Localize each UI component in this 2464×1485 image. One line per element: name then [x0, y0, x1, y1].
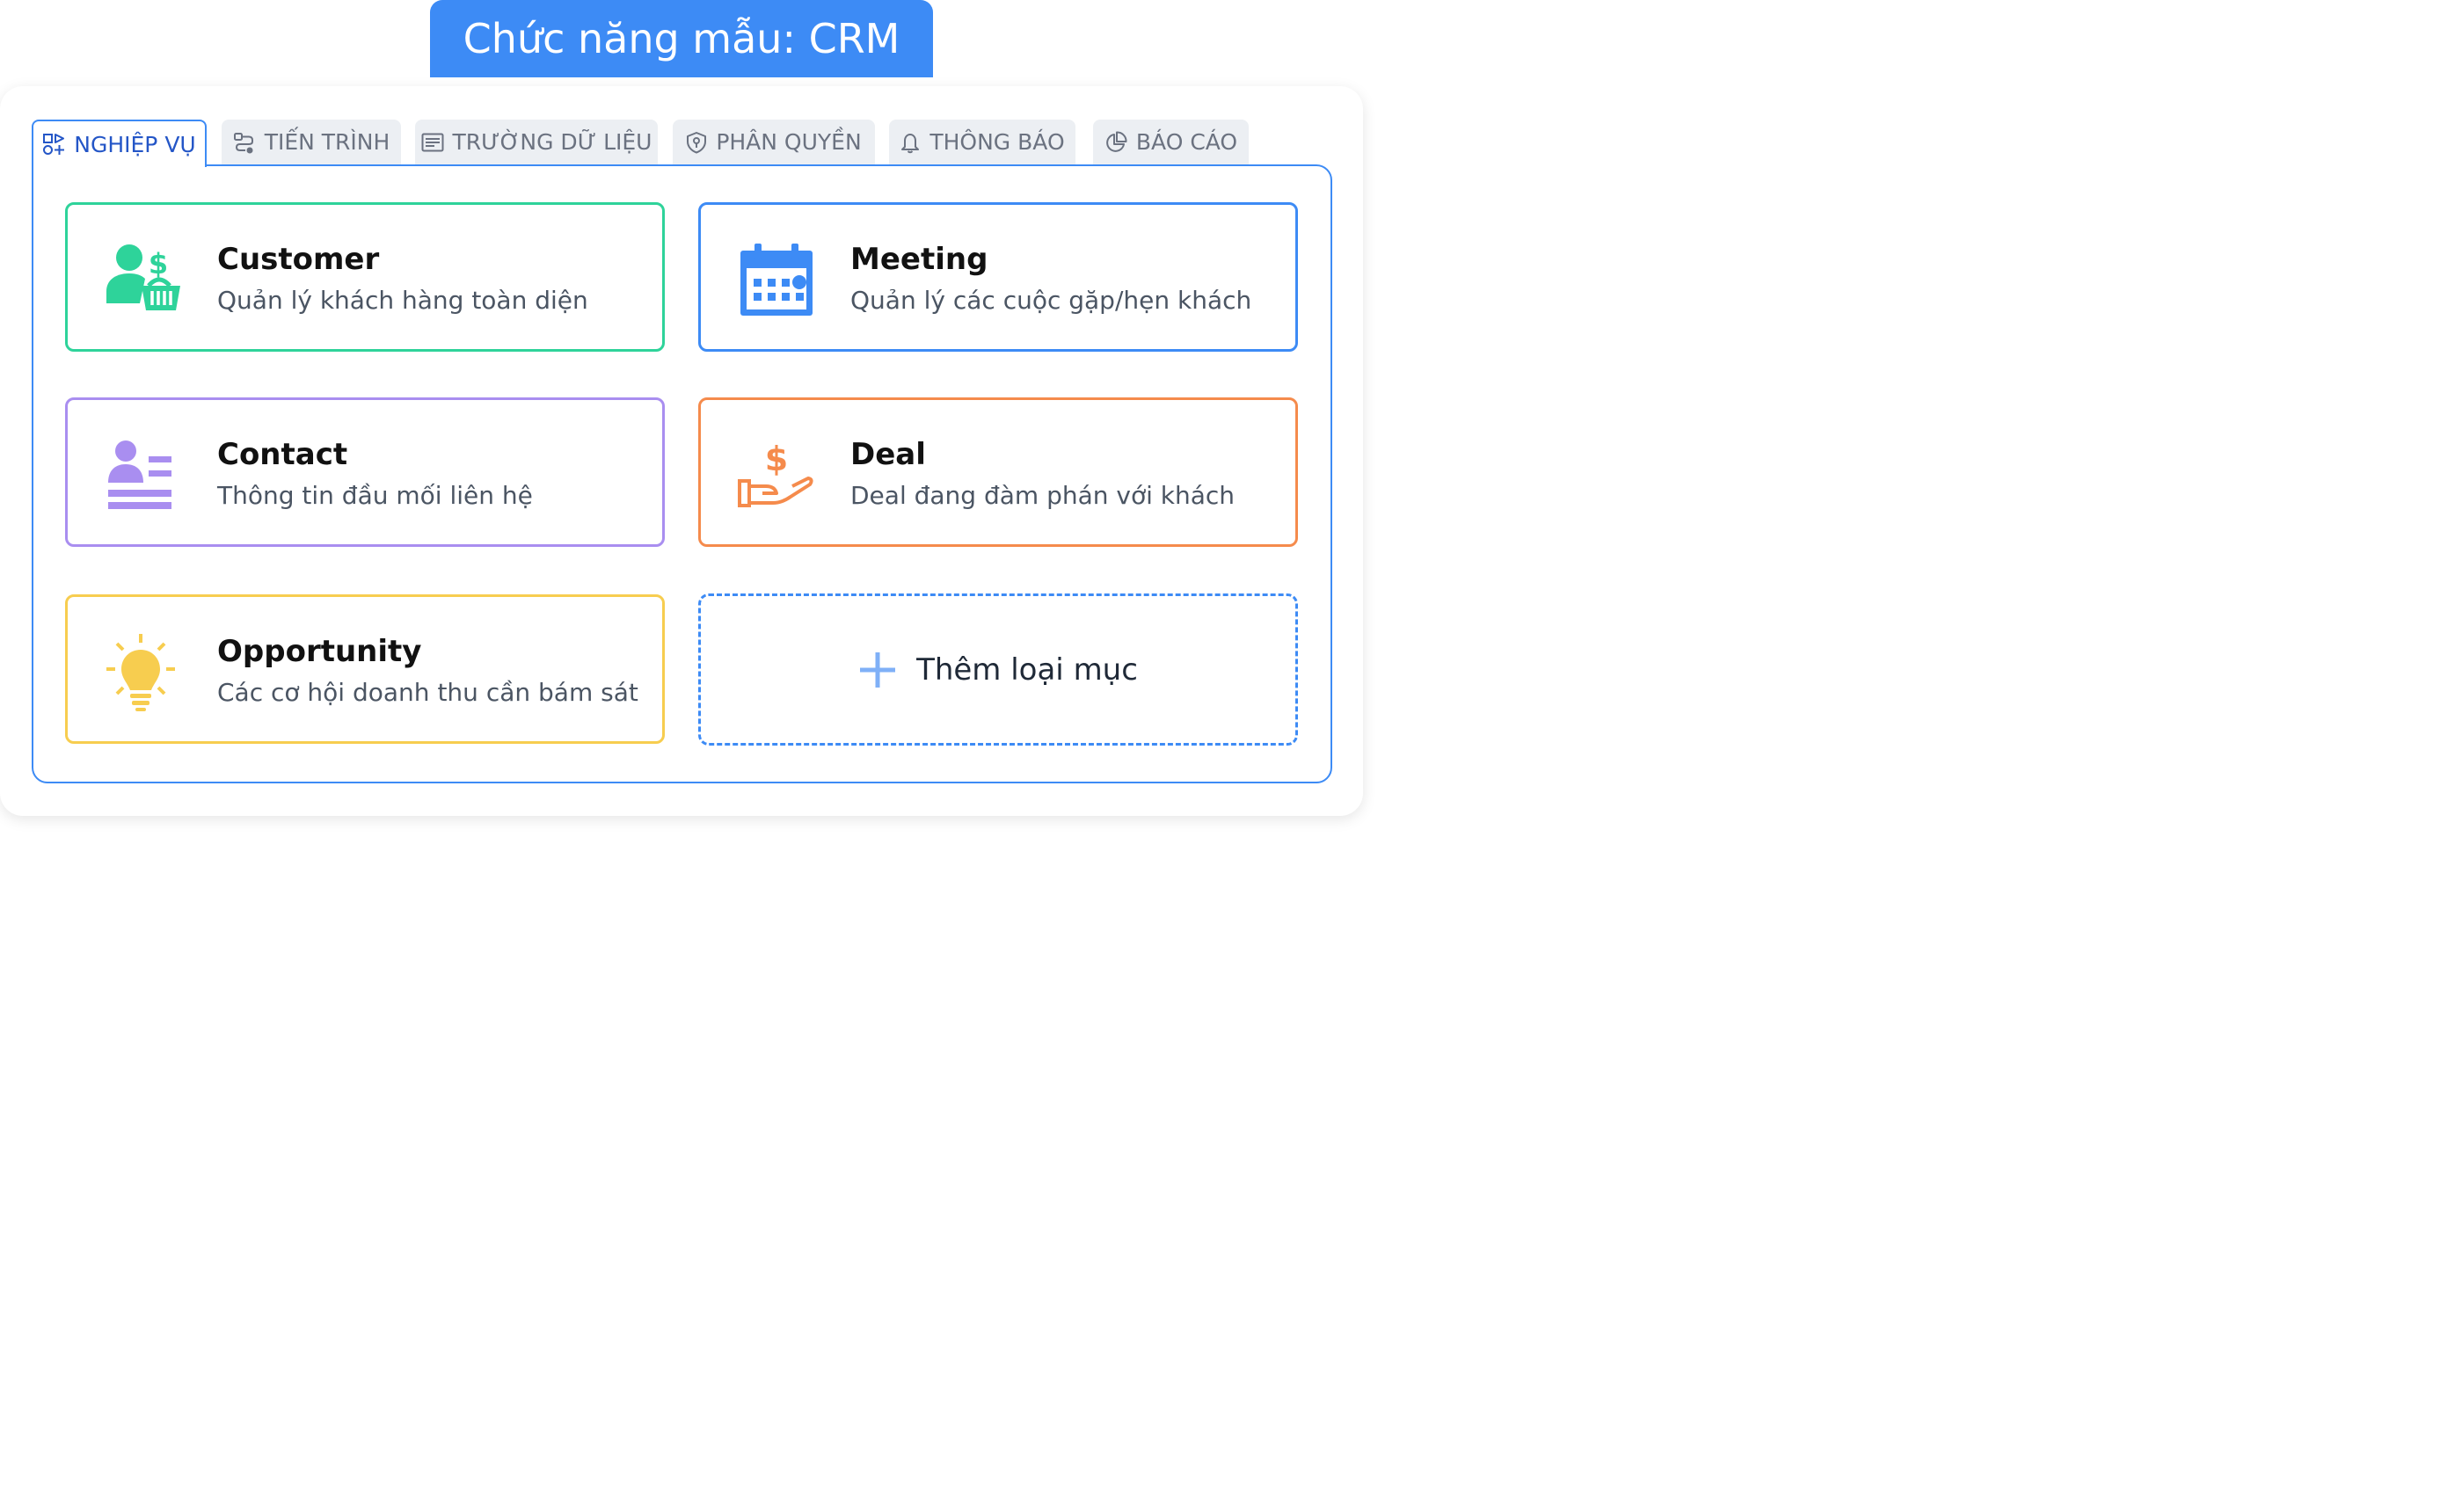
tab-tien-trinh[interactable]: TIẾN TRÌNH — [222, 120, 401, 164]
card-title: Deal — [850, 437, 926, 472]
page-title-banner: Chức năng mẫu: CRM — [430, 0, 933, 77]
card-title: Meeting — [850, 242, 988, 277]
calendar-icon — [740, 244, 813, 316]
card-contact[interactable]: Contact Thông tin đầu mối liên hệ — [65, 397, 665, 547]
card-deal[interactable]: $ Deal Deal đang đàm phán với khách — [698, 397, 1298, 547]
tab-label: BÁO CÁO — [1135, 129, 1238, 155]
card-meeting[interactable]: Meeting Quản lý các cuộc gặp/hẹn khách — [698, 202, 1298, 352]
card-description: Quản lý khách hàng toàn diện — [217, 286, 588, 315]
customer-basket-icon: $ — [106, 244, 180, 310]
bell-icon — [901, 133, 920, 153]
shield-key-icon — [687, 131, 707, 153]
card-opportunity[interactable]: Opportunity Các cơ hội doanh thu cần bám… — [65, 594, 665, 744]
tab-truong-du-lieu[interactable]: TRƯỜNG DỮ LIỆU — [415, 120, 658, 164]
svg-text:$: $ — [149, 247, 168, 280]
add-item-type-button[interactable]: Thêm loại mục — [698, 593, 1298, 746]
tab-label: PHÂN QUYỀN — [716, 129, 862, 155]
fields-icon — [421, 133, 443, 151]
tab-label: TIẾN TRÌNH — [264, 129, 390, 155]
tab-thong-bao[interactable]: THÔNG BÁO — [889, 120, 1075, 164]
svg-text:$: $ — [765, 440, 788, 478]
tab-label: THÔNG BÁO — [929, 129, 1065, 155]
card-title: Customer — [217, 242, 380, 277]
card-title: Opportunity — [217, 634, 422, 669]
plus-icon — [860, 652, 896, 688]
tab-label: NGHIỆP VỤ — [74, 131, 196, 157]
tab-phan-quyen[interactable]: PHÂN QUYỀN — [673, 120, 875, 164]
shapes-icon — [43, 134, 65, 155]
card-customer[interactable]: $ Customer Quản lý khách hàng toàn diện — [65, 202, 665, 352]
lightbulb-icon — [106, 634, 175, 711]
card-description: Quản lý các cuộc gặp/hẹn khách — [850, 286, 1252, 315]
tab-label: TRƯỜNG DỮ LIỆU — [452, 129, 652, 155]
pie-chart-icon — [1106, 131, 1127, 152]
card-description: Các cơ hội doanh thu cần bám sát — [217, 678, 638, 707]
workflow-icon — [233, 132, 253, 153]
hand-dollar-icon: $ — [738, 440, 813, 507]
contact-card-icon — [108, 440, 171, 509]
add-item-label: Thêm loại mục — [916, 652, 1138, 688]
card-description: Thông tin đầu mối liên hệ — [217, 481, 533, 510]
tab-nghiep-vu[interactable]: NGHIỆP VỤ — [32, 120, 207, 167]
card-description: Deal đang đàm phán với khách — [850, 481, 1236, 510]
tab-bao-cao[interactable]: BÁO CÁO — [1093, 120, 1249, 164]
card-title: Contact — [217, 437, 348, 472]
